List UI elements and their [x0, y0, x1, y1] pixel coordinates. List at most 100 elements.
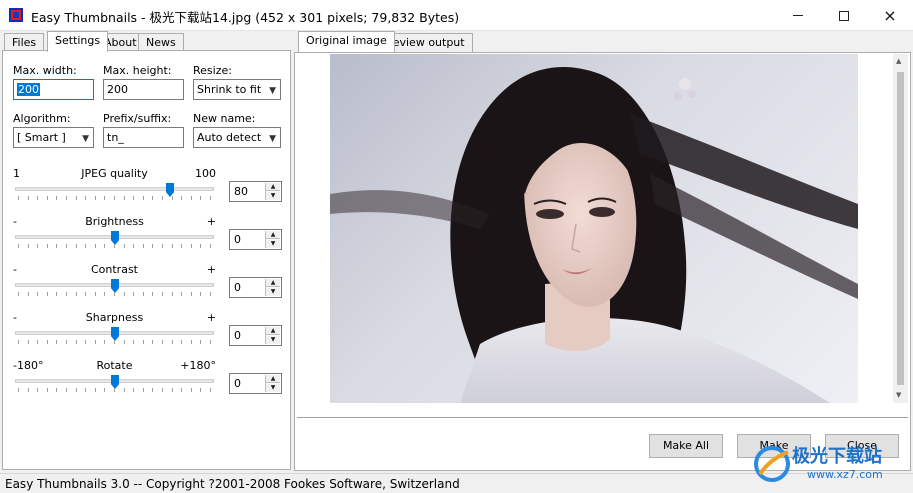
- scrollbar-thumb[interactable]: [897, 72, 904, 385]
- brightness-tick: [95, 244, 96, 248]
- sharpness-tick: [124, 340, 125, 344]
- tab-original-image-label: Original image: [306, 34, 387, 47]
- rotate-tick: [66, 388, 67, 392]
- original-image-preview: [330, 54, 858, 403]
- spin-up-icon[interactable]: ▲: [266, 231, 280, 239]
- close-window-button[interactable]: ×: [867, 0, 913, 31]
- contrast-tick: [56, 292, 57, 296]
- app-icon: [9, 8, 23, 22]
- sharpness-tick: [76, 340, 77, 344]
- resize-label: Resize:: [193, 64, 232, 77]
- maximize-icon: [839, 10, 849, 21]
- spin-down-icon[interactable]: ▼: [266, 384, 280, 392]
- close-icon: ×: [883, 5, 897, 25]
- scroll-down-icon[interactable]: ▼: [896, 391, 901, 399]
- rotate-tick: [18, 388, 19, 392]
- sharpness-tick: [172, 340, 173, 344]
- brightness-spinbox[interactable]: 0 ▲ ▼: [229, 229, 282, 250]
- jpeg_quality-tick: [124, 196, 125, 200]
- new-name-value: Auto detect: [197, 131, 262, 144]
- jpeg_quality-tick: [95, 196, 96, 200]
- preview-scrollbar[interactable]: ▲ ▼: [893, 54, 908, 403]
- tab-original-image[interactable]: Original image: [298, 31, 395, 52]
- sharpness-tick: [47, 340, 48, 344]
- contrast-tick: [143, 292, 144, 296]
- jpeg_quality-tick: [37, 196, 38, 200]
- max-height-value: 200: [107, 83, 128, 96]
- sharpness-tick: [210, 340, 211, 344]
- rotate-tick: [47, 388, 48, 392]
- contrast-spinbox[interactable]: 0 ▲ ▼: [229, 277, 282, 298]
- contrast-tick: [47, 292, 48, 296]
- jpeg_quality-tick: [143, 196, 144, 200]
- spin-up-icon[interactable]: ▲: [266, 375, 280, 383]
- contrast-spin-buttons: ▲ ▼: [265, 279, 280, 296]
- spin-down-icon[interactable]: ▼: [266, 192, 280, 200]
- contrast-tick: [191, 292, 192, 296]
- rotate-value: 0: [234, 377, 241, 390]
- sharpness-tick: [85, 340, 86, 344]
- jpeg_quality-tick: [28, 196, 29, 200]
- make-all-button[interactable]: Make All: [649, 434, 723, 458]
- rotate-spinbox[interactable]: 0 ▲ ▼: [229, 373, 282, 394]
- max-height-input[interactable]: 200: [103, 79, 184, 100]
- contrast-tick: [76, 292, 77, 296]
- spin-down-icon[interactable]: ▼: [266, 336, 280, 344]
- sharpness-tick: [191, 340, 192, 344]
- resize-value: Shrink to fit: [197, 83, 262, 96]
- prefix-input[interactable]: tn_: [103, 127, 184, 148]
- spin-up-icon[interactable]: ▲: [266, 327, 280, 335]
- contrast-tick: [104, 292, 105, 296]
- jpeg_quality-spin-buttons: ▲ ▼: [265, 183, 280, 200]
- jpeg_quality-slider[interactable]: [15, 187, 214, 191]
- brightness-tick: [66, 244, 67, 248]
- sharpness-value: 0: [234, 329, 241, 342]
- contrast-tick: [37, 292, 38, 296]
- resize-select[interactable]: Shrink to fit ▼: [193, 79, 281, 100]
- rotate-tick: [37, 388, 38, 392]
- sharpness-spinbox[interactable]: 0 ▲ ▼: [229, 325, 282, 346]
- chevron-down-icon: ▼: [269, 134, 276, 144]
- max-width-label: Max. width:: [13, 64, 77, 77]
- brightness-tick: [200, 244, 201, 248]
- scroll-up-icon[interactable]: ▲: [896, 57, 901, 65]
- contrast-tick: [152, 292, 153, 296]
- brightness-tick: [133, 244, 134, 248]
- jpeg_quality-spinbox[interactable]: 80 ▲ ▼: [229, 181, 282, 202]
- sharpness-tick: [181, 340, 182, 344]
- spin-down-icon[interactable]: ▼: [266, 288, 280, 296]
- sharpness-spin-buttons: ▲ ▼: [265, 327, 280, 344]
- brightness-max-label: +: [206, 215, 216, 228]
- jpeg_quality-tick: [191, 196, 192, 200]
- spin-up-icon[interactable]: ▲: [266, 279, 280, 287]
- tab-settings-label: Settings: [55, 34, 101, 47]
- new-name-label: New name:: [193, 112, 256, 125]
- jpeg_quality-tick: [133, 196, 134, 200]
- divider: [297, 417, 908, 419]
- jpeg_quality-tick: [85, 196, 86, 200]
- max-width-value: 200: [17, 83, 40, 96]
- brightness-tick: [56, 244, 57, 248]
- brightness-tick: [124, 244, 125, 248]
- rotate-tick: [56, 388, 57, 392]
- max-width-input[interactable]: 200: [13, 79, 94, 100]
- watermark-url: www.xz7.com: [807, 468, 883, 481]
- minimize-button[interactable]: [775, 0, 821, 31]
- spin-down-icon[interactable]: ▼: [266, 240, 280, 248]
- jpeg_quality-tick: [18, 196, 19, 200]
- jpeg_quality-max-label: 100: [195, 167, 216, 180]
- tab-about-label: About: [104, 36, 137, 49]
- brightness-tick: [18, 244, 19, 248]
- maximize-button[interactable]: [821, 0, 867, 31]
- algorithm-select[interactable]: [ Smart ] ▼: [13, 127, 94, 148]
- minimize-icon: [793, 15, 803, 16]
- new-name-select[interactable]: Auto detect ▼: [193, 127, 281, 148]
- brightness-tick: [181, 244, 182, 248]
- tab-settings[interactable]: Settings: [47, 31, 109, 52]
- jpeg_quality-tick: [200, 196, 201, 200]
- contrast-tick: [210, 292, 211, 296]
- rotate-tick: [114, 388, 115, 392]
- spin-up-icon[interactable]: ▲: [266, 183, 280, 191]
- sharpness-tick: [66, 340, 67, 344]
- brightness-tick: [210, 244, 211, 248]
